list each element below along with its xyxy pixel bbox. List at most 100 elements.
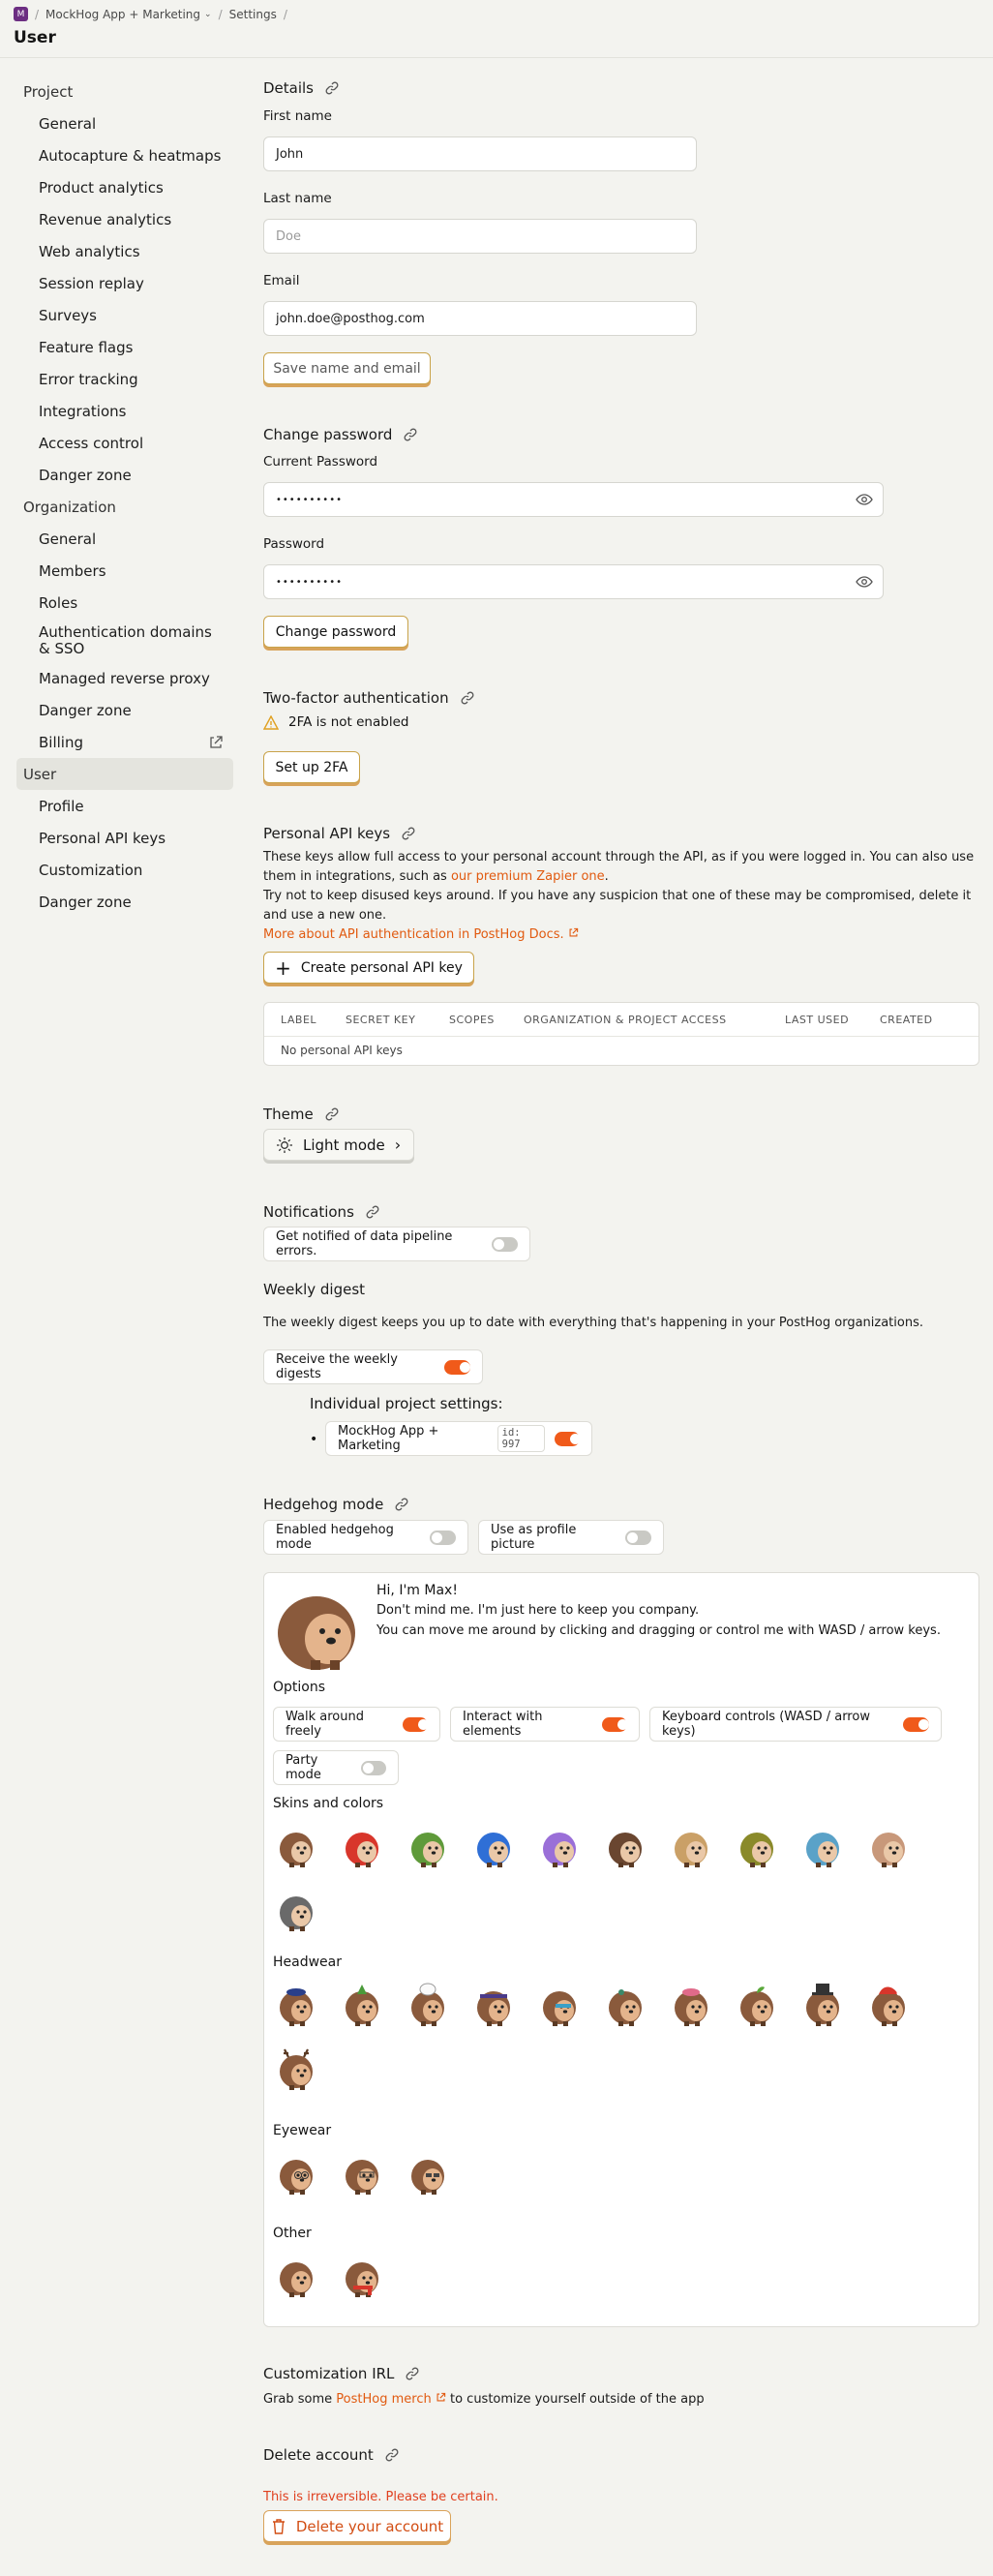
sidebar-item-billing[interactable]: Billing — [16, 726, 233, 758]
column-header-last-used[interactable]: LAST USED — [785, 1014, 849, 1026]
skin-option[interactable] — [536, 1823, 583, 1869]
sidebar-item-personal-api-keys[interactable]: Personal API keys — [16, 822, 233, 854]
option-party-mode[interactable]: Party mode — [273, 1750, 399, 1785]
save-name-email-button[interactable]: Save name and email — [263, 352, 431, 384]
breadcrumb-settings[interactable]: Settings — [229, 8, 277, 21]
option-interact-elements[interactable]: Interact with elements — [450, 1707, 640, 1742]
link-icon[interactable] — [406, 2367, 419, 2380]
sidebar-section-user[interactable]: User — [16, 758, 233, 790]
skin-option[interactable] — [799, 1823, 846, 1869]
zapier-link[interactable]: our premium Zapier one — [451, 869, 605, 884]
option-keyboard-controls[interactable]: Keyboard controls (WASD / arrow keys) — [649, 1707, 942, 1742]
column-header-access[interactable]: ORGANIZATION & PROJECT ACCESS — [524, 1014, 727, 1026]
sidebar-item-autocapture[interactable]: Autocapture & heatmaps — [16, 139, 233, 171]
sidebar-item-authentication-domains[interactable]: Authentication domains & SSO — [16, 619, 233, 662]
headwear-option-sunglasses-hat[interactable] — [536, 1982, 583, 2028]
hedgehog-enable-toggle[interactable] — [430, 1530, 456, 1545]
headwear-option-green-party-hat[interactable] — [339, 1982, 385, 2028]
skin-option[interactable] — [734, 1823, 780, 1869]
link-icon[interactable] — [325, 81, 339, 95]
create-api-key-button[interactable]: + Create personal API key — [263, 952, 474, 984]
sidebar-item-product-analytics[interactable]: Product analytics — [16, 171, 233, 203]
headwear-option-beret[interactable] — [273, 1982, 319, 2028]
sidebar-item-roles[interactable]: Roles — [16, 587, 233, 619]
headwear-option-bandana[interactable] — [470, 1982, 517, 2028]
option-toggle[interactable] — [360, 1760, 386, 1775]
max-hedgehog-image[interactable] — [272, 1585, 361, 1674]
sidebar-item-web-analytics[interactable]: Web analytics — [16, 235, 233, 267]
headwear-option-sprout[interactable] — [734, 1982, 780, 2028]
other-option-none[interactable] — [273, 2253, 319, 2299]
sidebar-item-surveys[interactable]: Surveys — [16, 299, 233, 331]
sidebar-item-project-danger-zone[interactable]: Danger zone — [16, 459, 233, 491]
api-docs-link[interactable]: More about API authentication in PostHog… — [263, 927, 579, 942]
new-password-field[interactable]: •••••••••• — [263, 564, 884, 599]
skin-option[interactable] — [602, 1823, 648, 1869]
theme-select[interactable]: Light mode › — [263, 1129, 414, 1161]
skin-option[interactable] — [470, 1823, 517, 1869]
pipeline-errors-toggle[interactable] — [492, 1236, 518, 1252]
weekly-digest-toggle-row[interactable]: Receive the weekly digests — [263, 1349, 483, 1384]
headwear-option-top-hat[interactable] — [799, 1982, 846, 2028]
skin-option[interactable] — [273, 1823, 319, 1869]
option-toggle[interactable] — [902, 1716, 929, 1732]
skin-option[interactable] — [865, 1823, 912, 1869]
headwear-option-santa-hat[interactable] — [865, 1982, 912, 2028]
column-header-secret-key[interactable]: SECRET KEY — [346, 1014, 415, 1026]
skin-option[interactable] — [668, 1823, 714, 1869]
delete-account-button[interactable]: Delete your account — [263, 2510, 451, 2542]
project-digest-row[interactable]: MockHog App + Marketing id: 997 — [325, 1421, 592, 1456]
hedgehog-enable-toggle-row[interactable]: Enabled hedgehog mode — [263, 1520, 468, 1555]
sidebar-item-profile[interactable]: Profile — [16, 790, 233, 822]
column-header-created[interactable]: CREATED — [880, 1014, 933, 1026]
link-icon[interactable] — [461, 691, 474, 705]
sidebar-item-feature-flags[interactable]: Feature flags — [16, 331, 233, 363]
breadcrumb-project[interactable]: MockHog App + Marketing — [45, 8, 200, 21]
headwear-option-flower-hat[interactable] — [602, 1982, 648, 2028]
sidebar-item-revenue-analytics[interactable]: Revenue analytics — [16, 203, 233, 235]
setup-2fa-button[interactable]: Set up 2FA — [263, 751, 360, 783]
eye-icon[interactable] — [856, 575, 873, 589]
weekly-digest-toggle[interactable] — [444, 1359, 470, 1375]
sidebar-item-error-tracking[interactable]: Error tracking — [16, 363, 233, 395]
other-option-scarf[interactable] — [339, 2253, 385, 2299]
sidebar-section-project[interactable]: Project — [16, 76, 233, 107]
sidebar-item-user-danger-zone[interactable]: Danger zone — [16, 886, 233, 918]
link-icon[interactable] — [395, 1498, 408, 1511]
sidebar-item-project-general[interactable]: General — [16, 107, 233, 139]
link-icon[interactable] — [385, 2448, 399, 2462]
sidebar-item-reverse-proxy[interactable]: Managed reverse proxy — [16, 662, 233, 694]
skin-option[interactable] — [405, 1823, 451, 1869]
sidebar-item-org-general[interactable]: General — [16, 523, 233, 555]
link-icon[interactable] — [366, 1205, 379, 1219]
link-icon[interactable] — [325, 1107, 339, 1121]
merch-link[interactable]: PostHog merch — [336, 2392, 446, 2407]
sidebar-item-access-control[interactable]: Access control — [16, 427, 233, 459]
project-digest-toggle[interactable] — [555, 1431, 581, 1446]
skin-option[interactable] — [339, 1823, 385, 1869]
eyewear-option-round-glasses[interactable] — [339, 2150, 385, 2197]
column-header-scopes[interactable]: SCOPES — [449, 1014, 495, 1026]
current-password-field[interactable]: •••••••••• — [263, 482, 884, 517]
eyewear-option-aviator[interactable] — [405, 2150, 451, 2197]
skin-option[interactable] — [273, 1887, 319, 1933]
first-name-field[interactable]: John — [263, 136, 697, 171]
sidebar-item-integrations[interactable]: Integrations — [16, 395, 233, 427]
profile-picture-toggle[interactable] — [624, 1530, 651, 1545]
sidebar-item-customization[interactable]: Customization — [16, 854, 233, 886]
sidebar-section-organization[interactable]: Organization — [16, 491, 233, 523]
profile-picture-toggle-row[interactable]: Use as profile picture — [478, 1520, 664, 1555]
chevron-down-icon[interactable]: ⌄ — [204, 10, 212, 19]
eyewear-option-glasses[interactable] — [273, 2150, 319, 2197]
last-name-field[interactable]: Doe — [263, 219, 697, 254]
option-walk-around[interactable]: Walk around freely — [273, 1707, 440, 1742]
organization-avatar[interactable]: M — [14, 7, 28, 21]
column-header-label[interactable]: LABEL — [281, 1014, 316, 1026]
change-password-button[interactable]: Change password — [263, 616, 408, 648]
headwear-option-pink-cap[interactable] — [668, 1982, 714, 2028]
sidebar-item-session-replay[interactable]: Session replay — [16, 267, 233, 299]
headwear-option-chef-hat[interactable] — [405, 1982, 451, 2028]
link-icon[interactable] — [404, 428, 417, 441]
pipeline-errors-toggle-row[interactable]: Get notified of data pipeline errors. — [263, 1227, 530, 1261]
eye-icon[interactable] — [856, 493, 873, 506]
